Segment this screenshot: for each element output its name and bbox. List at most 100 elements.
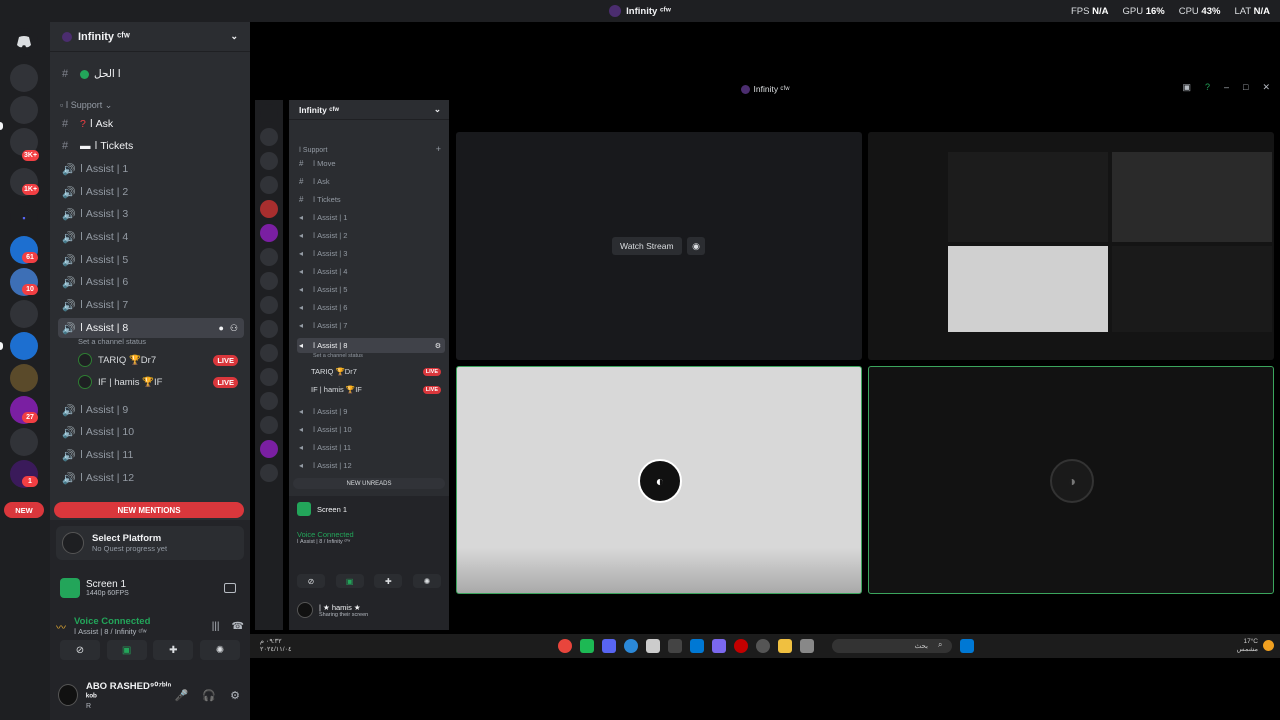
disconnect-icon[interactable]: ☎	[232, 621, 244, 632]
search-icon[interactable]: ⌕	[938, 640, 942, 650]
taskbar-clock[interactable]: ٠٩:٣٢ م ٢٠٢٤/١١/٠٤	[260, 638, 292, 654]
server-icon[interactable]	[260, 392, 278, 410]
gear-icon[interactable]: ⚙	[435, 342, 441, 350]
minimize-icon[interactable]: –	[1224, 82, 1229, 93]
server-icon[interactable]	[260, 440, 278, 458]
soundboard-button[interactable]: ✺	[199, 640, 240, 660]
taskbar-search[interactable]: بحث	[832, 639, 952, 653]
server-icon[interactable]	[10, 428, 38, 456]
server-icon[interactable]	[10, 96, 38, 124]
server-icon[interactable]	[260, 128, 278, 146]
server-icon[interactable]	[260, 320, 278, 338]
voice-channel-assist-3[interactable]: 🔊 ا Assist | 3	[58, 204, 244, 224]
server-icon[interactable]	[260, 272, 278, 290]
headphones-icon[interactable]: 🎧	[202, 689, 216, 702]
outlook-icon[interactable]	[690, 639, 704, 653]
discord-home-icon[interactable]	[260, 104, 278, 122]
voice-channel-assist-8[interactable]: 🔊 ا Assist | 8 ● ⚇	[58, 318, 244, 338]
server-icon[interactable]	[10, 332, 38, 360]
embedded-active-channel[interactable]: ◂ ا Assist | 8 ⚙	[297, 338, 445, 353]
taskbar-weather[interactable]: 17°C مشمس	[1237, 638, 1258, 654]
server-icon[interactable]	[260, 368, 278, 386]
maximize-icon[interactable]: □	[1243, 82, 1248, 93]
eye-icon[interactable]: ◉	[687, 237, 705, 255]
channel-top[interactable]: # ا الحل	[58, 64, 244, 84]
embedded-channel[interactable]: ◂ ا Assist | 7	[297, 318, 445, 333]
quest-card[interactable]: Select Platform No Quest progress yet	[56, 526, 244, 560]
add-user-icon[interactable]: ⚇	[230, 323, 238, 334]
voice-channel-assist-2[interactable]: 🔊 ا Assist | 2	[58, 182, 244, 202]
voice-channel-assist-9[interactable]: 🔊 ا Assist | 9	[58, 400, 244, 420]
plus-icon[interactable]: +	[436, 144, 441, 154]
server-icon[interactable]	[260, 344, 278, 362]
app-icon[interactable]	[734, 639, 748, 653]
server-icon[interactable]	[260, 416, 278, 434]
help-icon[interactable]: ?	[1205, 82, 1210, 93]
channel-status[interactable]: Set a channel status	[78, 337, 146, 346]
stream-tile-screen[interactable]	[868, 132, 1274, 360]
stream-tile-hamis[interactable]: ◑	[868, 366, 1274, 594]
discord-icon[interactable]	[602, 639, 616, 653]
chat-icon[interactable]: ●	[218, 323, 223, 333]
channel-ask[interactable]: # ? ا Ask	[58, 114, 244, 134]
embedded-channel[interactable]: # ا Move	[297, 156, 445, 171]
file-explorer-icon[interactable]	[778, 639, 792, 653]
embedded-channel[interactable]: ◂ ا Assist | 6	[297, 300, 445, 315]
channel-status[interactable]: Set a channel status	[313, 353, 363, 359]
voice-channel-assist-11[interactable]: 🔊 ا Assist | 11	[58, 445, 244, 465]
server-header[interactable]: Infinity ᶜᶠʷ ⌄	[50, 22, 250, 52]
server-icon[interactable]	[10, 364, 38, 392]
embedded-voice-user[interactable]: IF | hamis 🏆IF LIVE	[309, 382, 445, 397]
server-icon[interactable]	[260, 248, 278, 266]
voice-channel-assist-12[interactable]: 🔊 ا Assist | 12	[58, 468, 244, 488]
voice-channel-assist-4[interactable]: 🔊 ا Assist | 4	[58, 227, 244, 247]
app-icon[interactable]	[580, 639, 594, 653]
app-icon[interactable]	[668, 639, 682, 653]
copilot-icon[interactable]	[712, 639, 726, 653]
gear-icon[interactable]: ⚙	[230, 689, 240, 702]
embedded-channel[interactable]: ◂ ا Assist | 4	[297, 264, 445, 279]
server-icon[interactable]	[260, 176, 278, 194]
embedded-channel[interactable]: ◂ ا Assist | 11	[297, 440, 445, 455]
voice-channel-assist-7[interactable]: 🔊 ا Assist | 7	[58, 295, 244, 315]
voice-status[interactable]: Voice Connected	[297, 530, 354, 539]
server-icon[interactable]	[260, 224, 278, 242]
windows-start-icon[interactable]	[960, 639, 974, 653]
camera-off-button[interactable]: ⊘	[297, 574, 325, 588]
embedded-channel[interactable]: ◂ ا Assist | 1	[297, 210, 445, 225]
embedded-channel[interactable]: ◂ ا Assist | 12	[297, 458, 445, 473]
embedded-channel[interactable]: ◂ ا Assist | 9	[297, 404, 445, 419]
noise-suppression-icon[interactable]: |||	[212, 621, 220, 632]
inbox-icon[interactable]: ▣	[1182, 82, 1191, 93]
embedded-channel[interactable]: # ا Tickets	[297, 192, 445, 207]
camera-off-button[interactable]: ⊘	[60, 640, 100, 660]
embedded-server-header[interactable]: Infinity ᶜᶠʷ ⌄	[289, 100, 449, 120]
server-icon[interactable]	[260, 296, 278, 314]
discord-home-icon[interactable]	[10, 28, 38, 56]
share-screen-button[interactable]: ▣	[106, 640, 147, 660]
server-icon-pure[interactable]	[10, 64, 38, 92]
embedded-channel[interactable]: # ا Ask	[297, 174, 445, 189]
new-unreads-button[interactable]: NEW UNREADS	[293, 478, 445, 489]
share-screen-button[interactable]: ▣	[335, 574, 364, 588]
settings-icon[interactable]	[756, 639, 770, 653]
stream-tile-tariq[interactable]: ◐	[456, 366, 862, 594]
embedded-channel[interactable]: ◂ ا Assist | 2	[297, 228, 445, 243]
voice-channel-assist-5[interactable]: 🔊 ا Assist | 5	[58, 250, 244, 270]
voice-status[interactable]: Voice Connected	[74, 616, 150, 627]
stop-stream-icon[interactable]	[224, 583, 236, 593]
microphone-icon[interactable]: 🎤	[175, 689, 189, 702]
activities-button[interactable]: ✚	[153, 640, 194, 660]
app-icon[interactable]	[800, 639, 814, 653]
embedded-category[interactable]: ا Support	[299, 146, 327, 154]
server-icon[interactable]	[260, 200, 278, 218]
server-icon[interactable]	[260, 152, 278, 170]
voice-user[interactable]: IF | hamis 🏆IF LIVE	[78, 372, 244, 392]
screen-share-row[interactable]: Screen 1 1440p 60FPS	[56, 574, 244, 602]
edge-icon[interactable]	[624, 639, 638, 653]
voice-user[interactable]: TARIQ 🏆Dr7 LIVE	[78, 350, 244, 370]
avatar[interactable]	[58, 684, 78, 706]
new-mentions-button[interactable]: NEW MENTIONS	[54, 502, 244, 518]
embedded-channel[interactable]: ◂ ا Assist | 10	[297, 422, 445, 437]
voice-channel-assist-1[interactable]: 🔊 ا Assist | 1	[58, 159, 244, 179]
